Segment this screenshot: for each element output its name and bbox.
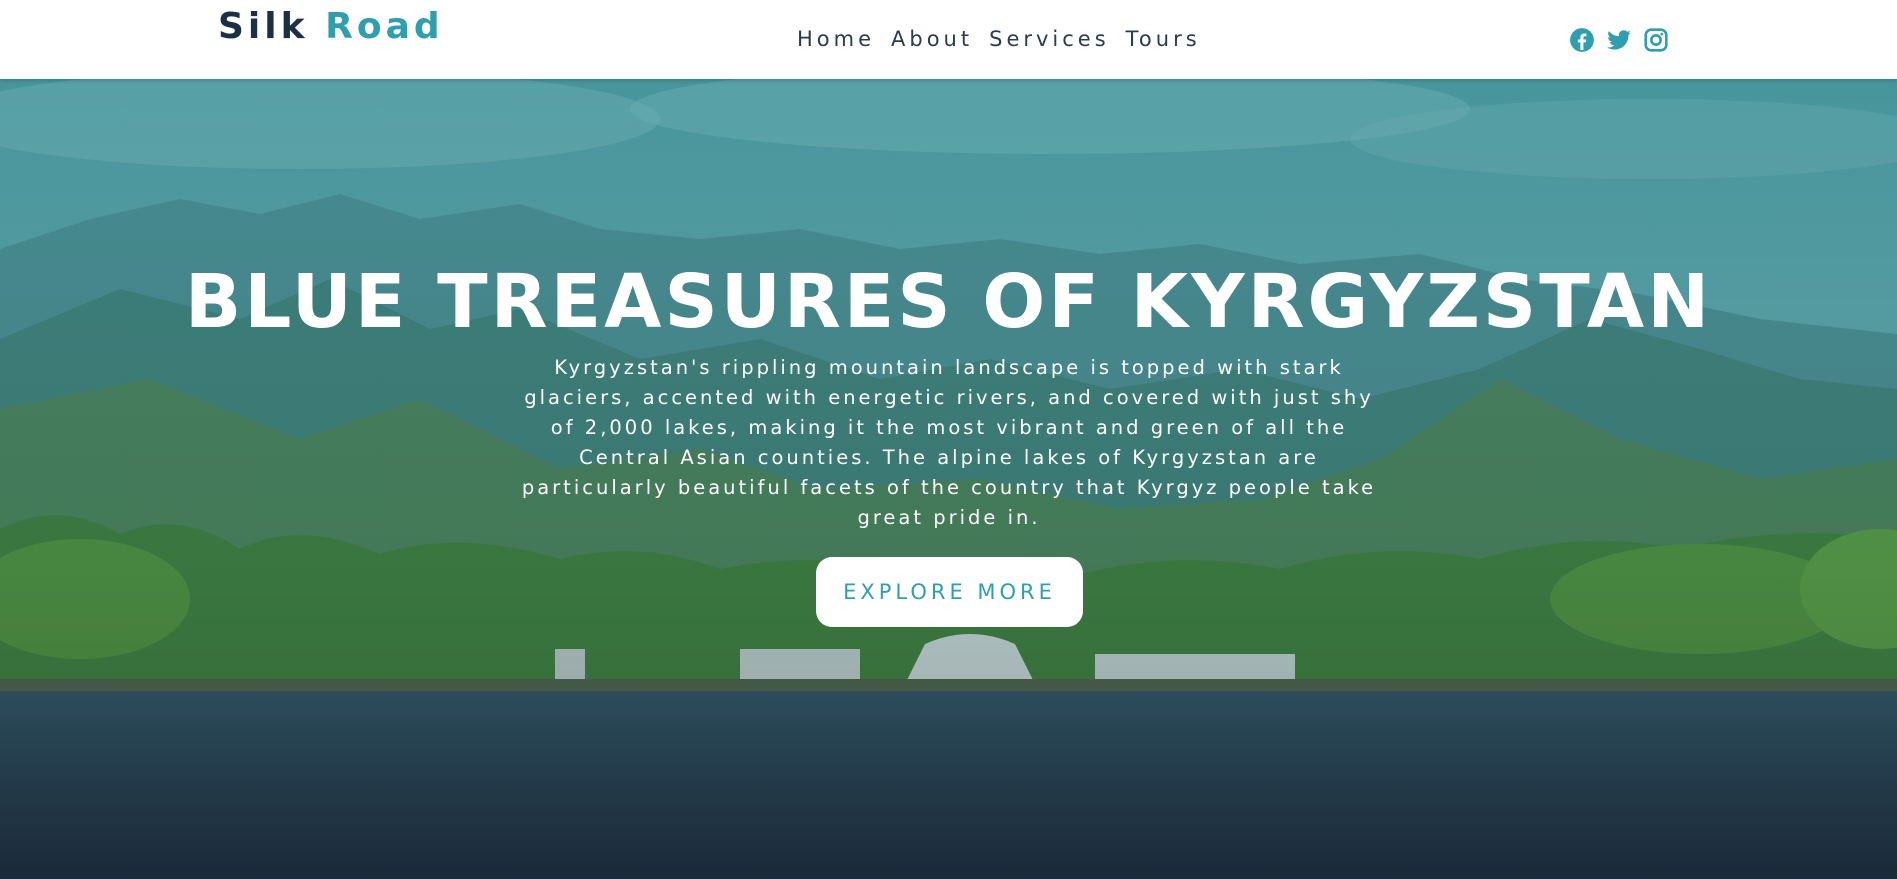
nav-link-home[interactable]: Home (797, 27, 875, 51)
site-logo[interactable]: Silk Road (218, 6, 444, 47)
instagram-icon[interactable] (1643, 27, 1669, 53)
hero-description: Kyrgyzstan's rippling mountain landscape… (521, 356, 1377, 529)
main-nav: Home About Services Tours (797, 27, 1201, 51)
nav-link-tours[interactable]: Tours (1126, 27, 1201, 51)
facebook-icon[interactable] (1569, 27, 1595, 53)
twitter-icon[interactable] (1606, 27, 1632, 53)
nav-link-services[interactable]: Services (989, 27, 1110, 51)
logo-word-road: Road (325, 6, 444, 47)
hero-section: BLUE TREASURES OF KYRGYZSTAN Kyrgyzstan'… (0, 79, 1897, 879)
logo-word-silk: Silk (218, 6, 309, 47)
social-links (1569, 27, 1669, 53)
hero-title: BLUE TREASURES OF KYRGYZSTAN (184, 259, 1713, 345)
nav-link-about[interactable]: About (891, 27, 973, 51)
site-header: Silk Road Home About Services Tours (0, 0, 1897, 79)
explore-more-button[interactable]: EXPLORE MORE (816, 557, 1083, 627)
